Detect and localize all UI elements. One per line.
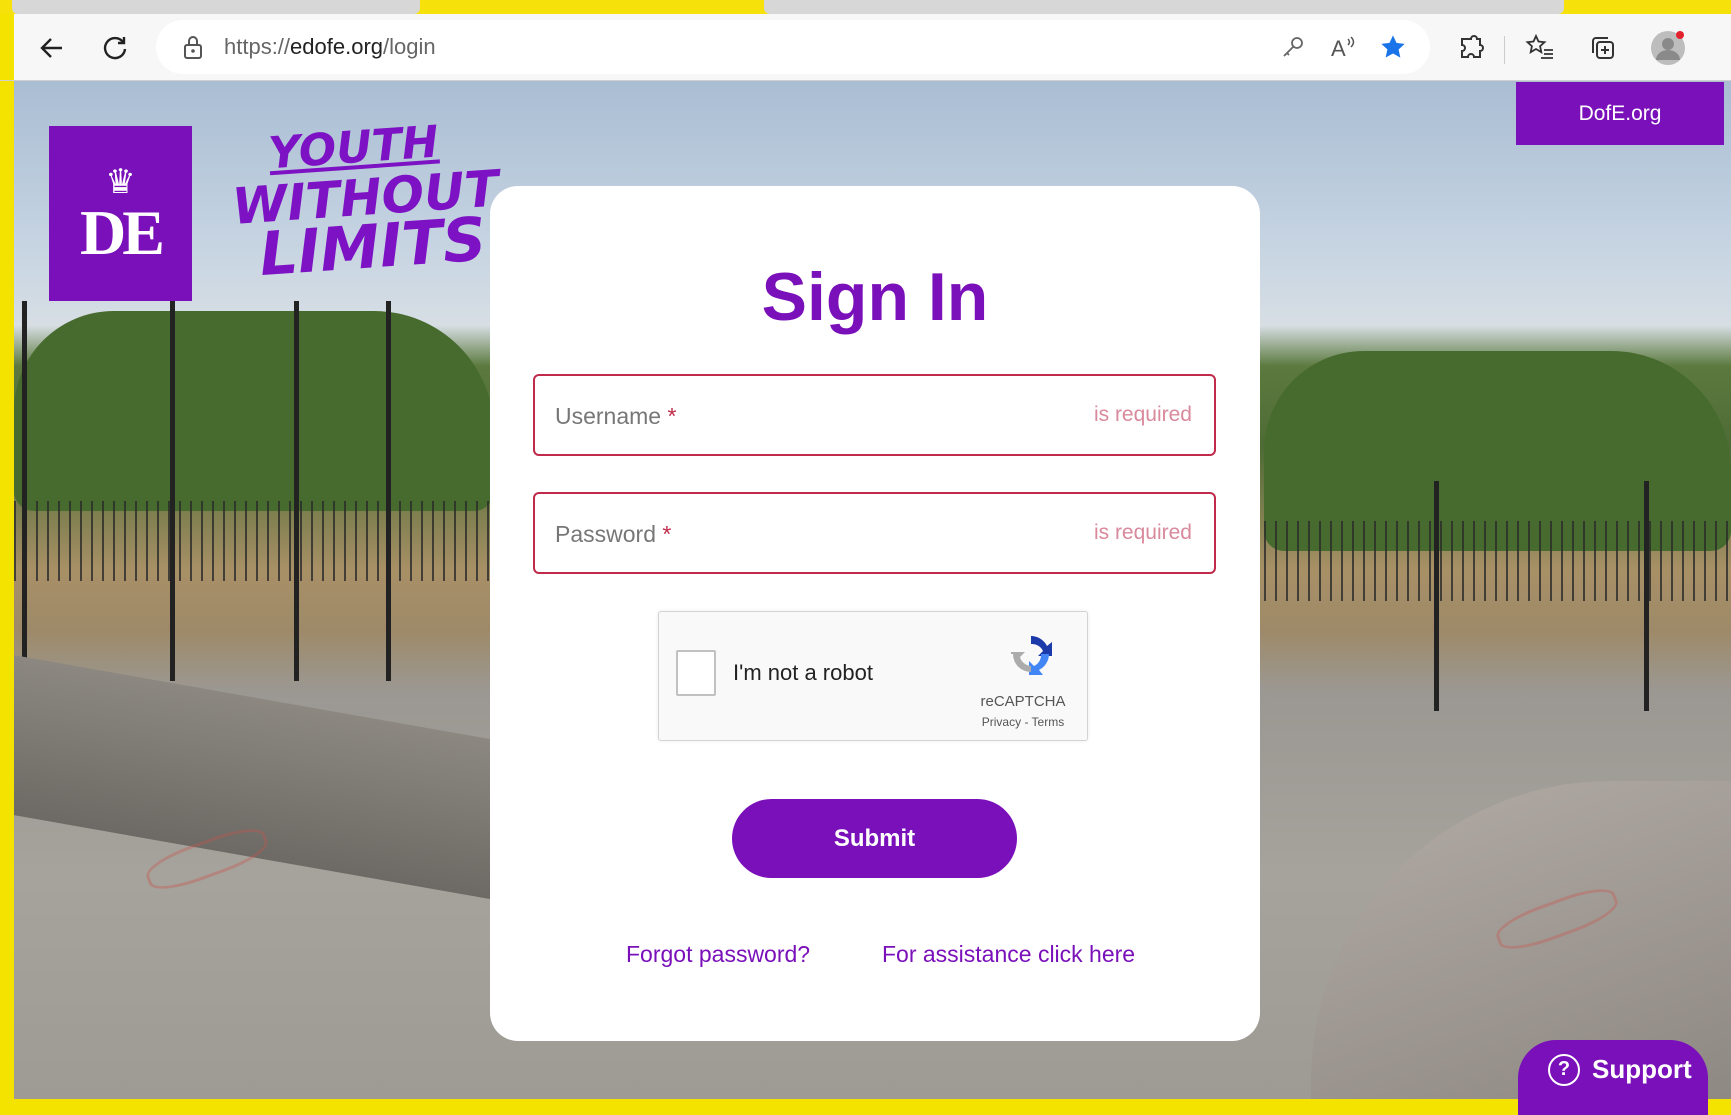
support-label: Support bbox=[1592, 1054, 1692, 1084]
fence-post bbox=[294, 301, 299, 681]
browser-toolbar: https://edofe.org/login A bbox=[0, 14, 1731, 81]
recaptcha-label: I'm not a robot bbox=[733, 660, 873, 685]
fence bbox=[1264, 521, 1731, 601]
support-button[interactable]: ? Support bbox=[1518, 1040, 1708, 1115]
lock-icon[interactable] bbox=[178, 32, 208, 62]
recaptcha-icon bbox=[1007, 630, 1055, 678]
browser-tab[interactable] bbox=[764, 0, 1564, 14]
browser-tab[interactable] bbox=[12, 0, 420, 14]
fence-post bbox=[386, 301, 391, 681]
password-input[interactable] bbox=[535, 494, 1218, 574]
fence-post bbox=[1644, 481, 1649, 711]
url-prefix: https:// bbox=[224, 34, 291, 59]
assistance-link[interactable]: For assistance click here bbox=[882, 941, 1135, 968]
star-icon[interactable] bbox=[1378, 32, 1408, 62]
toolbar-divider bbox=[1504, 36, 1505, 64]
username-field[interactable]: Username * is required bbox=[533, 374, 1218, 456]
collections-icon[interactable] bbox=[1583, 28, 1623, 68]
window-edge bbox=[0, 14, 14, 80]
url-text[interactable]: https://edofe.org/login bbox=[224, 20, 436, 74]
svg-text:A: A bbox=[1331, 36, 1346, 60]
tagline-line: LIMITS bbox=[257, 204, 489, 291]
recaptcha-brand: reCAPTCHA bbox=[980, 693, 1066, 710]
logo-monogram: DE bbox=[80, 196, 165, 268]
skate-ramp bbox=[14, 655, 534, 907]
password-field[interactable]: Password * is required bbox=[533, 492, 1218, 574]
tagline: YOUTH WITHOUT LIMITS bbox=[227, 116, 500, 291]
dofe-logo[interactable]: ♛ DE bbox=[49, 126, 192, 301]
recaptcha-checkbox[interactable] bbox=[676, 650, 716, 696]
profile-icon[interactable] bbox=[1648, 28, 1688, 68]
tab-strip bbox=[0, 0, 1731, 14]
sign-in-card: Sign In Username * is required Password … bbox=[490, 186, 1260, 1041]
extensions-icon[interactable] bbox=[1451, 28, 1491, 68]
url-domain: edofe.org bbox=[290, 34, 384, 59]
address-bar[interactable]: https://edofe.org/login A bbox=[156, 20, 1430, 74]
back-icon[interactable] bbox=[32, 28, 72, 68]
read-aloud-icon[interactable]: A bbox=[1328, 32, 1358, 62]
refresh-icon[interactable] bbox=[95, 28, 135, 68]
key-icon[interactable] bbox=[1278, 32, 1308, 62]
url-path: /login bbox=[383, 34, 436, 59]
fence bbox=[14, 501, 494, 581]
username-input[interactable] bbox=[535, 376, 1218, 456]
recaptcha-privacy-terms[interactable]: Privacy - Terms bbox=[959, 715, 1087, 729]
forgot-password-link[interactable]: Forgot password? bbox=[626, 941, 810, 968]
dofe-org-link[interactable]: DofE.org bbox=[1516, 82, 1724, 145]
help-icon: ? bbox=[1548, 1053, 1580, 1086]
trees bbox=[14, 311, 494, 511]
fence-post bbox=[1434, 481, 1439, 711]
favorites-icon[interactable] bbox=[1520, 28, 1560, 68]
page-title: Sign In bbox=[761, 259, 989, 335]
crown-icon: ♛ bbox=[105, 162, 136, 201]
submit-button[interactable]: Submit bbox=[732, 799, 1017, 878]
fence-post bbox=[170, 301, 175, 681]
fence-post bbox=[22, 301, 27, 681]
recaptcha-widget: I'm not a robot reCAPTCHA Privacy - Term… bbox=[658, 611, 1088, 741]
